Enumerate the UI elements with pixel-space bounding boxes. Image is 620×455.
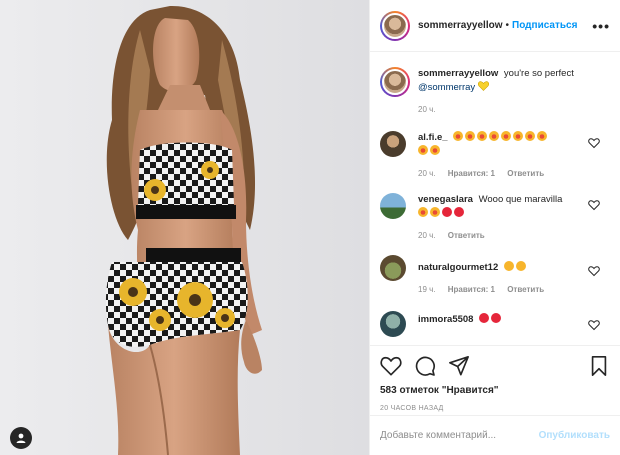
emoji-row — [479, 313, 503, 325]
header-separator: • — [505, 20, 510, 31]
comment-time: 20 ч. — [418, 231, 436, 240]
comment-username[interactable]: naturalgourmet12 — [418, 262, 498, 273]
comment-likes[interactable]: Нравится: 1 — [448, 285, 495, 294]
heart-icon[interactable] — [588, 199, 600, 211]
comment-time: 20 ч. — [418, 169, 436, 178]
comment-username[interactable]: venegaslara — [418, 194, 473, 205]
reply-button[interactable]: Ответить — [448, 231, 485, 240]
commenter-avatar[interactable] — [380, 311, 406, 337]
reply-button[interactable]: Ответить — [507, 169, 544, 178]
comments-list[interactable]: sommerrayyellow you're so perfect @somme… — [370, 53, 620, 343]
caption-mention[interactable]: @sommerray — [418, 82, 475, 93]
commenter-avatar[interactable] — [380, 131, 406, 157]
heart-icon[interactable] — [588, 265, 600, 277]
emoji-row — [503, 261, 528, 273]
comment-item: al.fi.e_ 20 ч. Нравится: 1 Ответить — [380, 131, 610, 181]
like-heart-icon[interactable] — [380, 355, 402, 377]
share-icon[interactable] — [448, 355, 470, 377]
comment-username[interactable]: immora5508 — [418, 314, 473, 325]
caption-username[interactable]: sommerrayyellow — [418, 68, 498, 79]
comment-meta: 19 ч. Нравится: 1 Ответить — [418, 283, 598, 297]
heart-icon[interactable] — [588, 319, 600, 331]
caption: sommerrayyellow you're so perfect @somme… — [380, 67, 610, 117]
yellow-heart-icon — [477, 81, 489, 91]
post-actions: 583 отметок "Нравится" 20 ЧАСОВ НАЗАД — [370, 345, 620, 412]
tag-people-icon — [16, 433, 26, 443]
post-side-panel: sommerrayyellow • Подписаться ••• sommer… — [369, 0, 620, 455]
comment-input[interactable] — [380, 430, 539, 441]
comment-item: venegaslara Wooo que maravilla 20 ч. Отв… — [380, 193, 610, 243]
photo-image — [0, 0, 369, 455]
caption-meta: 20 ч. — [418, 103, 608, 117]
comment-icon[interactable] — [414, 355, 436, 377]
comment-meta: 20 ч. Нравится: 1 Ответить — [418, 167, 598, 181]
reply-button[interactable]: Ответить — [507, 285, 544, 294]
action-bar — [380, 352, 610, 380]
caption-time: 20 ч. — [418, 105, 436, 114]
post-header: sommerrayyellow • Подписаться ••• — [370, 0, 620, 52]
post-date[interactable]: 20 ЧАСОВ НАЗАД — [380, 405, 610, 412]
author-username[interactable]: sommerrayyellow — [418, 20, 503, 31]
caption-text: you're so perfect — [503, 68, 574, 79]
follow-button[interactable]: Подписаться — [512, 20, 577, 31]
commenter-avatar[interactable] — [380, 255, 406, 281]
comment-item: naturalgourmet12 19 ч. Нравится: 1 Ответ… — [380, 255, 610, 297]
heart-icon[interactable] — [588, 137, 600, 149]
more-options-button[interactable]: ••• — [592, 18, 610, 34]
comment-item: immora5508 — [380, 311, 610, 337]
tag-people-button[interactable] — [10, 427, 32, 449]
comment-likes[interactable]: Нравится: 1 — [448, 169, 495, 178]
post-photo[interactable] — [0, 0, 369, 455]
bookmark-icon[interactable] — [588, 355, 610, 377]
comment-text: Wooo que maravilla — [478, 194, 563, 205]
comment-time: 19 ч. — [418, 285, 436, 294]
comment-meta: 20 ч. Ответить — [418, 229, 598, 243]
publish-button[interactable]: Опубликовать — [539, 430, 610, 441]
emoji-row — [418, 207, 466, 219]
post-view: sommerrayyellow • Подписаться ••• sommer… — [0, 0, 620, 455]
comment-username[interactable]: al.fi.e_ — [418, 132, 448, 143]
commenter-avatar[interactable] — [380, 193, 406, 219]
author-avatar[interactable] — [380, 10, 410, 41]
caption-avatar[interactable] — [380, 67, 410, 97]
add-comment-bar: Опубликовать — [370, 415, 620, 455]
likes-count[interactable]: 583 отметок "Нравится" — [380, 385, 610, 396]
